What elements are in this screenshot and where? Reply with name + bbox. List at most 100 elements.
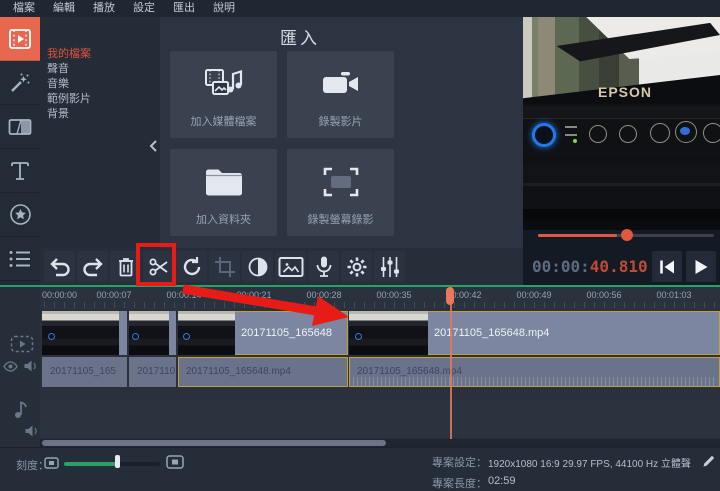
printer-output-tray (523, 183, 720, 230)
record-video-button-label: 錄製影片 (318, 116, 363, 128)
speaker-icon[interactable] (23, 359, 39, 373)
menu-settings[interactable]: 設定 (124, 0, 164, 17)
zoom-slider-thumb[interactable] (115, 455, 120, 468)
playback-buttons (652, 251, 716, 282)
clip-name-text: 2017110. (137, 366, 176, 377)
tab-more-tools[interactable] (0, 237, 40, 281)
category-sounds[interactable]: 聲音 (40, 62, 160, 77)
printer-button (703, 123, 720, 143)
tab-transitions[interactable] (0, 105, 40, 149)
insert-image-button[interactable] (275, 251, 306, 282)
status-bar: 刻度： 專案設定： 1920x1080 16:9 29.97 FPS, 4410… (0, 447, 720, 491)
tab-filters[interactable] (0, 61, 40, 105)
menu-playback[interactable]: 播放 (84, 0, 124, 17)
add-media-icon (170, 61, 277, 107)
printer-brand-text: EPSON (597, 84, 652, 100)
preview-seekbar-fill (538, 234, 617, 237)
ruler-label-5: 00:00:35 (376, 290, 412, 300)
tab-titles[interactable] (0, 149, 40, 193)
timeline-scrollbar[interactable] (40, 439, 720, 447)
collapse-panel-button[interactable] (146, 130, 160, 162)
record-video-icon (287, 61, 394, 107)
timeline-clip-2-audio[interactable]: 2017110. (129, 357, 176, 387)
printer-ink-icon (680, 127, 690, 135)
audio-mixer-icon (379, 255, 401, 279)
preview-frame: EPSON (523, 13, 720, 230)
chevron-left-icon (148, 139, 158, 153)
zoom-out-film-icon[interactable] (44, 457, 59, 469)
record-screen-button[interactable]: 錄製螢幕錄影 (287, 149, 394, 236)
record-video-button[interactable]: 錄製影片 (287, 51, 394, 138)
settings-button[interactable] (341, 251, 372, 282)
timeline-clip-3-audio[interactable]: 20171105_165648.mp4 (178, 357, 348, 387)
import-categories-panel: 我的檔案 聲音 音樂 範例影片 背景 (40, 17, 160, 248)
annotation-highlight-box (136, 243, 176, 286)
rotate-button[interactable] (176, 251, 207, 282)
timecode-current: 40.810 (589, 257, 648, 276)
timeline-clip-3[interactable]: 20171105_165648 (178, 311, 348, 355)
settings-icon (345, 255, 369, 279)
printer-status-led (573, 139, 577, 143)
import-panel-title: 匯入 (280, 29, 320, 48)
filters-icon (9, 72, 31, 94)
preview-seekbar-handle[interactable] (621, 229, 633, 241)
media-import-icon (8, 28, 32, 50)
timeline-zoom-slider[interactable] (64, 462, 160, 466)
edit-project-settings-button[interactable] (702, 454, 716, 468)
ruler-label-4: 00:00:28 (306, 290, 342, 300)
menu-export[interactable]: 匯出 (164, 0, 204, 17)
timeline-ruler[interactable]: 00:00:00 00:00:07 00:00:14 00:00:21 00:00:28… (40, 287, 720, 308)
add-folder-button[interactable]: 加入資料夾 (170, 149, 277, 236)
redo-button[interactable] (77, 251, 108, 282)
timeline-clip-2[interactable] (129, 311, 176, 355)
timeline-clip-4[interactable]: 20171105_165648.mp4 (349, 311, 720, 355)
ruler-label-8: 00:00:56 (586, 290, 622, 300)
tab-media-import[interactable] (0, 17, 40, 61)
transitions-icon (8, 117, 32, 137)
audio-levels-button[interactable] (374, 251, 405, 282)
import-panel: 匯入 加入媒體檔案 錄製影片加入資料夾 錄製螢幕錄影 (160, 17, 523, 248)
preview-seekbar[interactable] (538, 229, 714, 241)
timeline-clip-1[interactable] (42, 311, 127, 355)
add-media-files-button[interactable]: 加入媒體檔案 (170, 51, 277, 138)
category-sample-videos[interactable]: 範例影片 (40, 92, 160, 107)
clip-name-text: 20171105_165648.mp4 (186, 366, 291, 377)
printer-indicator-icons (565, 126, 577, 136)
menu-edit[interactable]: 編輯 (44, 0, 84, 17)
screen-capture-icon (287, 159, 394, 205)
rotate-icon (180, 255, 204, 279)
play-button[interactable] (686, 251, 716, 282)
clip-name-text: 20171105_165648.mp4 (357, 366, 462, 377)
category-music[interactable]: 音樂 (40, 77, 160, 92)
clip-thumbnail (349, 311, 428, 355)
music-note-icon (13, 399, 29, 419)
speaker-icon[interactable] (24, 424, 40, 438)
ruler-label-1: 00:00:07 (96, 290, 132, 300)
stickers-icon (9, 203, 32, 226)
skip-to-start-button[interactable] (652, 251, 682, 282)
category-my-files[interactable]: 我的檔案 (40, 47, 160, 62)
zoom-in-film-icon[interactable] (166, 455, 184, 469)
ruler-label-0: 00:00:00 (42, 290, 78, 300)
timeline-clip-4-audio[interactable]: 20171105_165648.mp4 (349, 357, 720, 387)
crop-button[interactable] (209, 251, 240, 282)
printer-button (589, 125, 607, 143)
record-audio-button[interactable] (308, 251, 339, 282)
timeline-scrollbar-thumb[interactable] (42, 440, 386, 446)
timeline-clip-1-audio[interactable]: 20171105_165 (42, 357, 127, 387)
playhead-handle[interactable] (446, 287, 454, 305)
eye-icon[interactable] (3, 361, 18, 372)
accent-divider (0, 285, 720, 287)
printer-button (650, 123, 670, 143)
video-preview-pane: EPSON (523, 0, 720, 248)
printer-power-button (532, 123, 556, 147)
color-adjustments-button[interactable] (242, 251, 273, 282)
menu-file[interactable]: 檔案 (4, 0, 44, 17)
menu-help[interactable]: 說明 (204, 0, 244, 17)
add-media-files-button-label: 加入媒體檔案 (190, 116, 257, 128)
undo-button[interactable] (44, 251, 75, 282)
category-backgrounds[interactable]: 背景 (40, 107, 160, 122)
edit-toolbar (40, 248, 523, 285)
tab-stickers[interactable] (0, 193, 40, 237)
insert-image-icon (278, 256, 304, 278)
